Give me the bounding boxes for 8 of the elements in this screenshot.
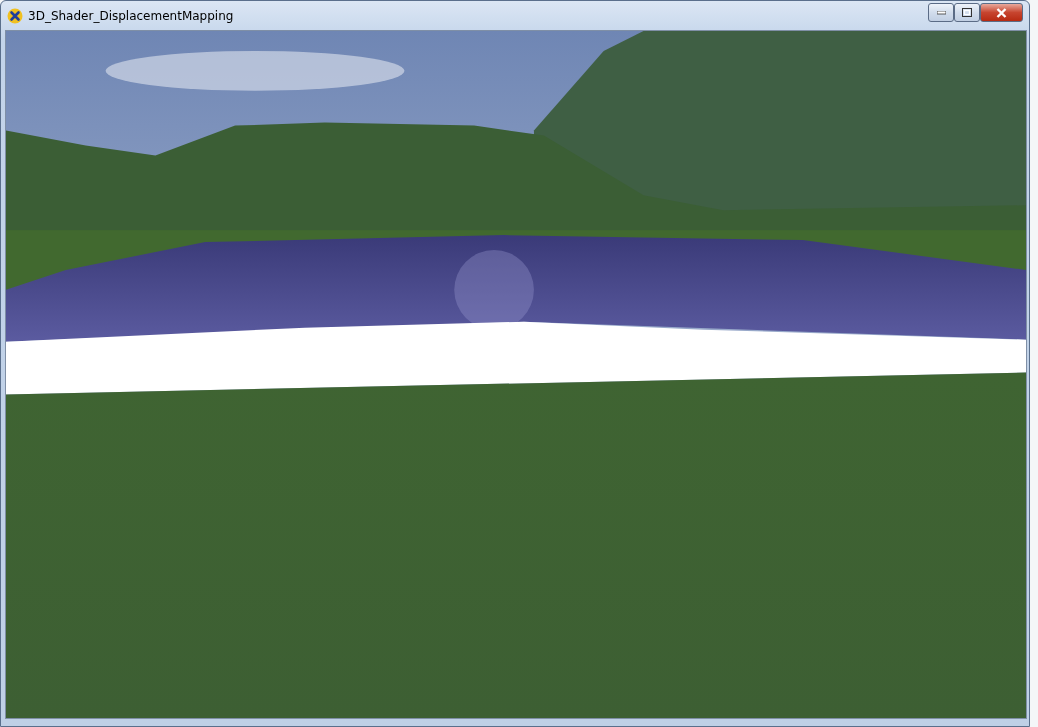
close-button[interactable] <box>980 3 1023 22</box>
close-icon <box>996 7 1007 18</box>
minimize-icon <box>936 10 946 15</box>
maximize-button[interactable] <box>954 3 980 22</box>
minimize-button[interactable] <box>928 3 954 22</box>
app-logo-icon <box>7 7 23 24</box>
window-title: 3D_Shader_DisplacementMapping <box>28 8 235 23</box>
maximize-icon <box>962 8 972 17</box>
